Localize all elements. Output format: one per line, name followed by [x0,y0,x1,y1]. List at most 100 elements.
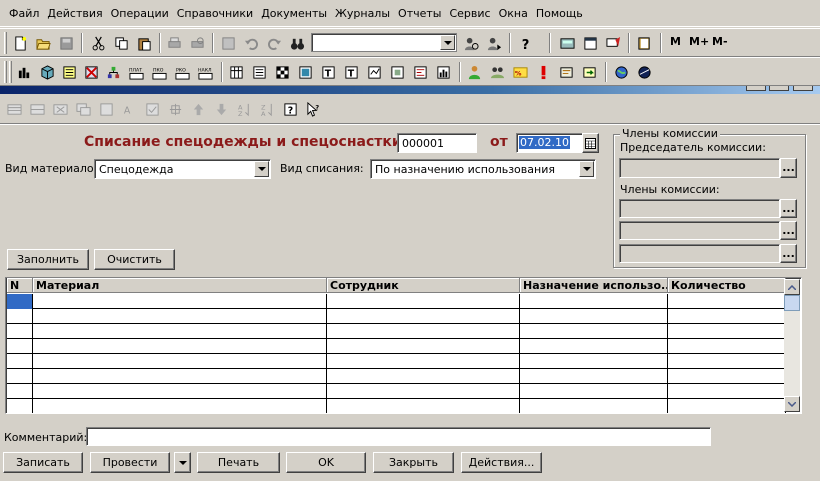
member-field-1[interactable] [619,199,780,218]
menu-journals[interactable]: Журналы [331,7,394,20]
table-row[interactable] [7,369,786,384]
table-cell[interactable] [668,324,786,339]
toolbar-grip[interactable] [4,61,7,83]
table-row[interactable] [7,399,786,413]
table-select-icon[interactable] [142,100,162,118]
globe-icon[interactable] [611,62,632,83]
report-4-icon[interactable] [295,62,316,83]
post-options-button[interactable] [174,452,191,473]
save-disk-icon[interactable] [56,33,77,54]
minimize-button[interactable] [746,86,766,91]
report-5-icon[interactable]: T [318,62,339,83]
document-date-field[interactable]: 07.02.10 [516,133,583,153]
scroll-thumb[interactable] [784,295,800,311]
report-2-icon[interactable] [249,62,270,83]
table-cell[interactable] [668,294,786,309]
chart-icon[interactable] [14,62,35,83]
table-cell[interactable] [520,309,668,324]
close-form-button[interactable]: Закрыть [373,452,454,473]
table-cell[interactable] [33,324,327,339]
scroll-up-button[interactable] [784,279,800,295]
table-cell[interactable] [668,354,786,369]
undo-icon[interactable] [241,33,262,54]
table-delete-row-icon[interactable] [50,100,70,118]
report-7-icon[interactable] [364,62,385,83]
table-cell[interactable] [7,339,33,354]
writeoff-type-select[interactable]: По назначению использования [370,159,596,179]
table-row[interactable] [7,324,786,339]
report-3-icon[interactable] [272,62,293,83]
menu-references[interactable]: Справочники [173,7,257,20]
menu-help[interactable]: Помощь [532,7,587,20]
member-2-select-button[interactable]: ... [780,221,797,240]
search-combo[interactable] [311,33,457,52]
chairman-select-button[interactable]: ... [780,158,797,178]
table-row[interactable] [7,309,786,324]
table-cell[interactable] [327,354,520,369]
alert-icon[interactable] [533,62,554,83]
employee-icon[interactable] [464,62,485,83]
menu-windows[interactable]: Окна [495,7,532,20]
print-button[interactable]: Печать [197,452,280,473]
table-cell[interactable] [520,384,668,399]
member-field-2[interactable] [619,221,780,240]
new-document-icon[interactable] [10,33,31,54]
table-cell[interactable] [33,384,327,399]
book-icon[interactable] [634,33,655,54]
menu-reports[interactable]: Отчеты [394,7,445,20]
table-row[interactable] [7,339,786,354]
paste-icon[interactable] [134,33,155,54]
column-header-employee[interactable]: Сотрудник [327,278,520,293]
form-help-icon[interactable]: ? [280,100,300,118]
memory-minus-button[interactable]: M- [712,35,728,48]
table-scrollbar[interactable] [784,279,800,412]
memory-plus-button[interactable]: M+ [689,35,709,48]
sort-asc-icon[interactable]: AZ [234,100,254,118]
table-cell[interactable] [7,309,33,324]
document-number-field[interactable]: 000001 [397,133,477,153]
calculator-icon[interactable] [557,33,578,54]
table-cell[interactable] [33,339,327,354]
comment-field[interactable] [86,427,711,446]
member-3-select-button[interactable]: ... [780,244,797,263]
chairman-field[interactable] [619,158,780,178]
maximize-button[interactable] [769,86,789,91]
tree-icon[interactable] [103,62,124,83]
table-cell[interactable] [520,399,668,413]
fill-button[interactable]: Заполнить [7,249,89,270]
table-cell[interactable] [327,399,520,413]
toolbar-grip[interactable] [9,61,12,83]
internet-icon[interactable] [634,62,655,83]
toolbar-grip[interactable] [4,32,7,54]
table-insert-row-icon[interactable] [27,100,47,118]
table-cell[interactable] [520,354,668,369]
table-cell[interactable] [520,369,668,384]
table-row[interactable] [7,384,786,399]
calendar-picker-button[interactable] [582,133,599,153]
table-cell[interactable] [33,309,327,324]
table-cell[interactable] [668,369,786,384]
member-1-select-button[interactable]: ... [780,199,797,218]
table-cell[interactable] [33,354,327,369]
register-icon[interactable] [59,62,80,83]
menu-operations[interactable]: Операции [107,7,173,20]
percent-icon[interactable]: % [510,62,531,83]
ok-button[interactable]: OK [286,452,366,473]
table-cell[interactable] [668,384,786,399]
table-cell[interactable] [33,399,327,413]
find-next-person-icon[interactable] [484,33,505,54]
table-row[interactable] [7,354,786,369]
table-fill-icon[interactable] [165,100,185,118]
table-cell[interactable] [327,384,520,399]
menu-file[interactable]: Файл [5,7,43,20]
table-cell[interactable] [33,369,327,384]
clear-button[interactable]: Очистить [94,249,175,270]
table-cell[interactable] [520,339,668,354]
table-cell[interactable] [327,339,520,354]
table-copy-row-icon[interactable] [73,100,93,118]
column-header-purpose[interactable]: Назначение использо... [520,278,668,293]
chevron-down-icon[interactable] [440,35,455,50]
menu-service[interactable]: Сервис [445,7,494,20]
cash-receipt-icon[interactable]: ПКО [149,62,170,83]
delete-marked-icon[interactable] [81,62,102,83]
